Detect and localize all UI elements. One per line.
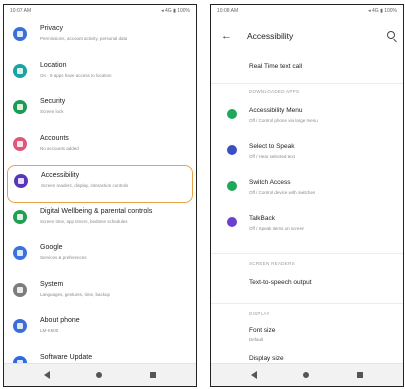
status-icons: ◂ 4G ▮ 100% — [161, 8, 190, 14]
settings-item-subtitle: No accounts added — [40, 145, 79, 151]
settings-item-subtitle: Screen lock — [40, 109, 64, 114]
switch-access-icon — [227, 181, 237, 191]
divider — [211, 253, 403, 254]
location-pin-icon — [13, 63, 27, 78]
settings-item-subtitle: On · 9 apps have access to location — [40, 72, 112, 78]
font-size-setting[interactable]: Font size Default — [211, 323, 403, 349]
back-arrow-icon[interactable]: ← — [221, 30, 232, 42]
app-bar: ← Accessibility — [211, 18, 403, 54]
search-icon[interactable] — [387, 31, 395, 39]
settings-item-subtitle: Services & preferences — [40, 255, 87, 260]
app-item-subtitle: Off / Hear selected text — [249, 154, 295, 159]
settings-screen: 10:07 AM ◂ 4G ▮ 100% Privacy Permissions,… — [3, 4, 197, 387]
home-nav-icon[interactable] — [96, 372, 102, 378]
select-to-speak-icon — [227, 145, 237, 155]
settings-item-title: Digital Wellbeing & parental controls — [40, 207, 153, 215]
app-item-select-to-speak[interactable]: Select to Speak Off / Hear selected text — [211, 137, 403, 169]
settings-item-digital-wellbeing[interactable]: Digital Wellbeing & parental controls Scr… — [7, 202, 193, 238]
settings-item-title: Security — [40, 98, 66, 105]
google-icon — [13, 246, 27, 260]
home-nav-icon[interactable] — [303, 372, 309, 378]
settings-item-location[interactable]: Location On · 9 apps have access to locat… — [7, 56, 193, 92]
settings-item-subtitle: Screen readers, display, interaction con… — [41, 183, 129, 188]
settings-item-subtitle: LM-K500 — [40, 328, 59, 333]
system-icon — [13, 282, 27, 297]
app-item-title: Select to Speak — [249, 143, 295, 150]
rtt-setting[interactable]: Real Time text call — [211, 57, 403, 79]
status-bar: 10:07 AM ◂ 4G ▮ 100% — [4, 5, 196, 16]
app-item-talkback[interactable]: TalkBack Off / Speak items on screen — [211, 209, 403, 241]
section-header-display: DISPLAY — [249, 311, 270, 316]
settings-item-system[interactable]: System Languages, gestures, time, backup — [7, 275, 193, 311]
section-header-screen-readers: SCREEN READERS — [249, 261, 295, 266]
back-nav-icon[interactable] — [44, 371, 50, 379]
settings-item-subtitle: Permissions, account activity, personal … — [40, 36, 128, 41]
settings-item-accessibility[interactable]: Accessibility Screen readers, display, in… — [7, 165, 193, 203]
app-item-subtitle: Off / Control phone via large menu — [249, 118, 318, 123]
divider — [211, 303, 403, 304]
status-icons: ◂ 4G ▮ 100% — [368, 8, 397, 14]
settings-item-accounts[interactable]: Accounts No accounts added — [7, 129, 193, 165]
settings-item-privacy[interactable]: Privacy Permissions, account activity, pe… — [7, 19, 193, 55]
settings-item-title: Google — [40, 244, 63, 251]
settings-item-subtitle: Screen time, app timers, bedtime schedul… — [40, 218, 128, 224]
settings-item-about-phone[interactable]: About phone LM-K500 — [7, 311, 193, 347]
status-time: 10:07 AM — [10, 8, 32, 14]
settings-item-title: Accessibility — [41, 172, 80, 179]
display-size-label: Display size — [249, 355, 284, 362]
app-item-subtitle: Off / Speak items on screen — [249, 226, 305, 231]
settings-item-subtitle: Languages, gestures, time, backup — [40, 291, 111, 297]
settings-item-security[interactable]: Security Screen lock — [7, 92, 193, 128]
font-size-label: Font size — [249, 327, 276, 334]
app-item-title: Switch Access — [249, 179, 291, 186]
app-item-switch-access[interactable]: Switch Access Off / Control device with s… — [211, 173, 403, 205]
settings-item-title: Software Update — [40, 353, 93, 361]
section-header-downloaded: DOWNLOADED APPS — [249, 89, 300, 94]
page-title: Accessibility — [247, 31, 294, 41]
wellbeing-icon — [13, 209, 27, 224]
status-time: 10:08 AM — [217, 8, 239, 14]
settings-item-title: Accounts — [40, 134, 69, 142]
tts-setting[interactable]: Text-to-speech output — [211, 273, 403, 297]
accessibility-menu-icon — [227, 109, 237, 119]
account-icon — [13, 136, 27, 151]
accessibility-screen: 10:08 AM ◂ 4G ▮ 100% ← Accessibility Rea… — [210, 4, 404, 387]
shield-icon — [13, 100, 27, 114]
lock-icon — [13, 27, 27, 41]
app-item-subtitle: Off / Control device with switches — [249, 190, 316, 195]
settings-item-google[interactable]: Google Services & preferences — [7, 238, 193, 274]
back-nav-icon[interactable] — [251, 371, 257, 379]
nav-bar — [4, 363, 196, 386]
settings-item-title: About phone — [40, 317, 80, 324]
settings-item-title: Location — [40, 61, 67, 69]
recents-nav-icon[interactable] — [150, 372, 156, 378]
app-item-title: TalkBack — [249, 215, 276, 222]
status-bar: 10:08 AM ◂ 4G ▮ 100% — [211, 5, 403, 16]
tts-label: Text-to-speech output — [249, 279, 312, 286]
info-icon — [13, 319, 27, 333]
nav-bar — [211, 363, 403, 386]
font-size-value: Default — [249, 337, 264, 342]
divider — [211, 83, 403, 84]
app-item-title: Accessibility Menu — [249, 107, 303, 114]
accessibility-icon — [14, 174, 28, 188]
app-item-accessibility-menu[interactable]: Accessibility Menu Off / Control phone vi… — [211, 101, 403, 133]
talkback-icon — [227, 217, 237, 227]
settings-item-title: System — [40, 280, 64, 288]
settings-item-title: Privacy — [40, 25, 63, 32]
recents-nav-icon[interactable] — [357, 372, 363, 378]
rtt-label: Real Time text call — [249, 63, 303, 70]
